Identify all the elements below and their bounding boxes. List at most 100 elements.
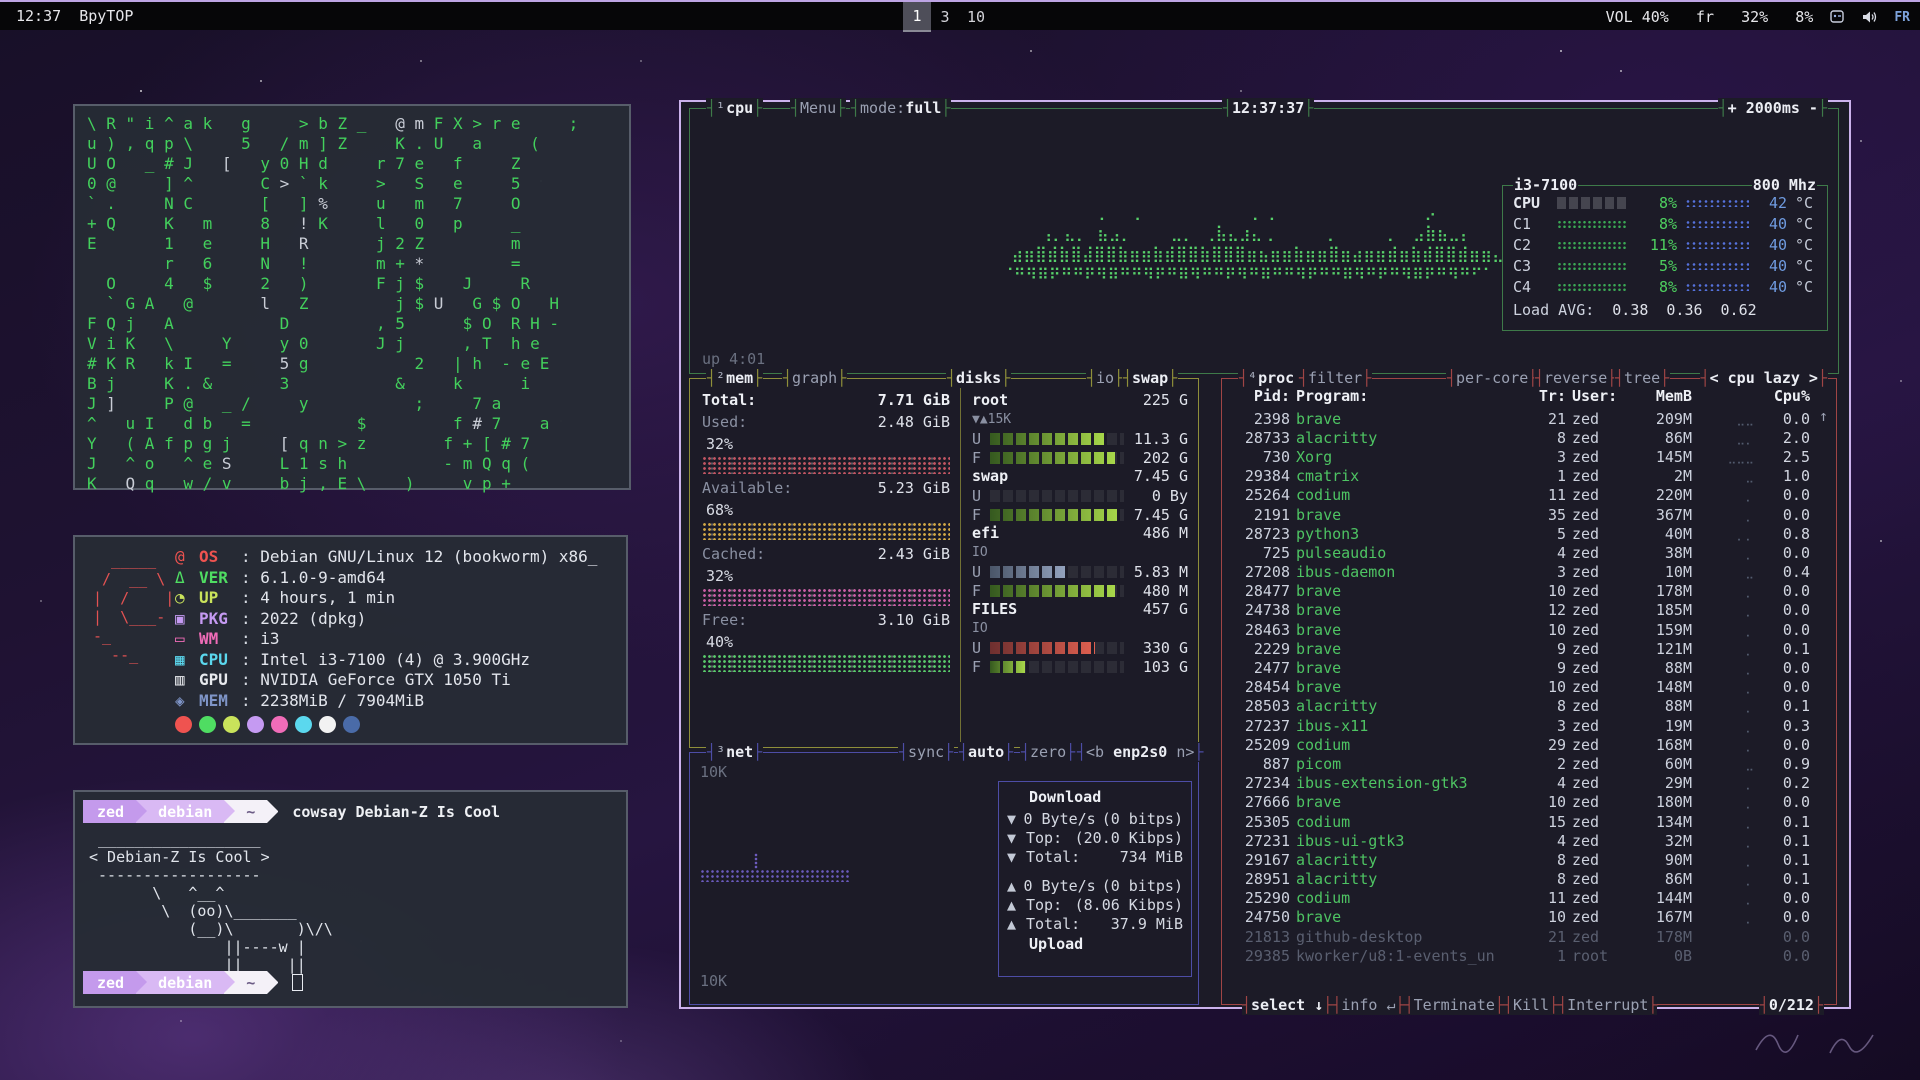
- net-graph-spike: [754, 853, 758, 869]
- process-row[interactable]: 28463brave10zed159M⡀0.0: [1234, 620, 1826, 639]
- process-row[interactable]: 28951alacritty8zed86M⡀0.1: [1234, 870, 1826, 889]
- process-row[interactable]: 27231ibus-ui-gtk34zed32M⡀0.1: [1234, 831, 1826, 850]
- os-icon: @: [175, 547, 199, 568]
- disk-meter-row: U330 G: [972, 638, 1188, 657]
- disk-meter-row: U5.83 M: [972, 562, 1188, 581]
- process-row[interactable]: 27208ibus-daemon3zed10M⣀0.4: [1234, 563, 1826, 582]
- menu-button[interactable]: ┤Menu├: [790, 98, 846, 118]
- volume-icon[interactable]: [1861, 9, 1878, 25]
- temp-graph: [1685, 220, 1749, 228]
- process-row[interactable]: 28503alacritty8zed88M⡀0.1: [1234, 697, 1826, 716]
- proc-column-headers[interactable]: Pid: Program: Tr: User: MemB Cpu%: [1234, 387, 1826, 405]
- disk-meter-row: F7.45 G: [972, 505, 1188, 524]
- proc-box-title: ┤⁴proc├: [1238, 368, 1304, 388]
- net-stat-row: ▼0 Byte/s(0 bitps): [1007, 809, 1183, 828]
- process-row[interactable]: 25290codium11zed144M⡀0.0: [1234, 889, 1826, 908]
- process-row[interactable]: 2229brave9zed121M⡀0.1: [1234, 639, 1826, 658]
- process-row[interactable]: 2398brave21zed209M⣀⣀0.0: [1234, 409, 1826, 428]
- workspace-button-1[interactable]: 1: [903, 2, 931, 32]
- process-row[interactable]: 27237ibus-x113zed19M⡀0.3: [1234, 716, 1826, 735]
- color-dot: [271, 716, 288, 733]
- upload-title: Upload: [1007, 935, 1183, 956]
- process-row[interactable]: 730Xorg3zed145M⣀⣀⣀2.5: [1234, 447, 1826, 466]
- system-info-row: ▣PKG: 2022 (dpkg): [175, 609, 597, 630]
- net-zero-tab[interactable]: ┤zero├: [1020, 742, 1076, 762]
- shell-prompt-input[interactable]: zeddebian~: [83, 971, 303, 994]
- process-row[interactable]: 28723python35zed40M⡀⡀0.8: [1234, 524, 1826, 543]
- proc-action-interrupt[interactable]: ┤Interrupt├: [1558, 996, 1657, 1014]
- status-text: VOL 40% fr 32% 8%: [1606, 8, 1814, 26]
- proc-reverse-toggle[interactable]: ┤reverse├: [1534, 368, 1617, 388]
- proc-action-select[interactable]: ┤select ↓├: [1242, 996, 1332, 1014]
- process-row[interactable]: 28477brave10zed178M⡀0.0: [1234, 582, 1826, 601]
- workspace-button-3[interactable]: 3: [931, 2, 959, 32]
- workspace-button-10[interactable]: 10: [959, 2, 993, 32]
- notification-icon[interactable]: [1829, 9, 1845, 25]
- process-row[interactable]: 725pulseaudio4zed38M⡀0.0: [1234, 543, 1826, 562]
- fetch-terminal[interactable]: _____ / __ \ | / | | \___- -_ --_ @OS : …: [73, 535, 628, 745]
- disk-usage-bar: [990, 566, 1124, 578]
- matrix-line: Y ( A f p g j [ q n > z f + [ # 7: [87, 434, 625, 454]
- proc-box: ┤⁴proc├ ┤filter├ ┤per-core├ ┤reverse├ ┤t…: [1221, 378, 1837, 1005]
- color-dot: [247, 716, 264, 733]
- proc-action-info[interactable]: ┤info ↵├: [1332, 996, 1404, 1014]
- proc-action-kill[interactable]: ┤Kill├: [1504, 996, 1558, 1014]
- process-row[interactable]: 25305codium15zed134M⡀0.1: [1234, 812, 1826, 831]
- net-stat-row: ▼Top:(20.0 Kibps): [1007, 828, 1183, 847]
- free-meter: [702, 654, 950, 672]
- matrix-line: O 4 $ 2 ) F j $ J R: [87, 274, 625, 294]
- net-stat-row: ▲0 Byte/s(0 bitps): [1007, 876, 1183, 895]
- process-row[interactable]: 27234ibus-extension-gtk34zed29M⡀0.2: [1234, 774, 1826, 793]
- color-dot: [199, 716, 216, 733]
- system-info-row: ◔UP : 4 hours, 1 min: [175, 588, 597, 609]
- disks-io-tab[interactable]: ┤io├: [1086, 368, 1124, 388]
- bpytop-window[interactable]: ┤¹cpu├ ┤Menu├ ┤mode:full├ ┤12:37:37├ ┤+ …: [679, 100, 1851, 1009]
- disk-row: root225 G: [972, 391, 1188, 410]
- matrix-line: # K R k I = 5 g 2 | h - e E: [87, 354, 625, 374]
- color-dot: [295, 716, 312, 733]
- cmatrix-terminal[interactable]: \ R " i ^ a k g > b Z _ @ m F X > r e ;u…: [73, 104, 631, 490]
- process-row[interactable]: 25209codium29zed168M⡀0.0: [1234, 735, 1826, 754]
- process-row[interactable]: 28454brave10zed148M⡀0.0: [1234, 678, 1826, 697]
- system-info-row: @OS : Debian GNU/Linux 12 (bookworm) x86…: [175, 547, 597, 568]
- mode-toggle[interactable]: ┤mode:full├: [850, 98, 951, 118]
- terminal-color-dots: [175, 716, 597, 733]
- proc-action-terminate[interactable]: ┤Terminate├: [1405, 996, 1504, 1014]
- disk-usage-bar: [990, 509, 1124, 521]
- matrix-line: K Q q w / v b j , E \ ) v p +: [87, 474, 625, 494]
- net-interface-switcher[interactable]: ┤<b enp2s0 n>├: [1076, 742, 1204, 762]
- cowsay-terminal[interactable]: zeddebian~cowsay Debian-Z Is Cool ______…: [73, 790, 628, 1008]
- process-row[interactable]: 25264codium11zed220M⡀0.0: [1234, 486, 1826, 505]
- interval-control[interactable]: ┤+ 2000ms -├: [1718, 98, 1828, 118]
- process-row[interactable]: 28733alacritty8zed86M⣀⡀2.0: [1234, 428, 1826, 447]
- disk-meter-row: F202 G: [972, 448, 1188, 467]
- process-row[interactable]: 27666brave10zed180M⡀0.0: [1234, 793, 1826, 812]
- proc-percore-toggle[interactable]: ┤per-core├: [1446, 368, 1538, 388]
- system-info-list: @OS : Debian GNU/Linux 12 (bookworm) x86…: [175, 547, 597, 733]
- top-bar: 12:37 BpyTOP 1310 VOL 40% fr 32% 8% FR: [0, 0, 1920, 30]
- keyboard-layout-badge[interactable]: FR: [1894, 10, 1910, 25]
- matrix-line: r 6 N ! m + * =: [87, 254, 625, 274]
- proc-filter-button[interactable]: ┤filter├: [1298, 368, 1372, 388]
- shell-prompt: zeddebian~cowsay Debian-Z Is Cool: [83, 800, 500, 823]
- proc-tree-toggle[interactable]: ┤tree├: [1614, 368, 1670, 388]
- process-row[interactable]: 24738brave12zed185M⡀0.0: [1234, 601, 1826, 620]
- process-row[interactable]: 29385kworker/u8:1-events_un1root0B0.0: [1234, 946, 1826, 965]
- process-row[interactable]: 2477brave9zed88M⡀0.0: [1234, 658, 1826, 677]
- mem-graph-tab[interactable]: ┤graph├: [782, 368, 847, 388]
- proc-sort-selector[interactable]: ┤< cpu lazy >├: [1700, 368, 1828, 388]
- net-sync-tab[interactable]: ┤sync├: [898, 742, 954, 762]
- process-row[interactable]: 2191brave35zed367M⡀0.0: [1234, 505, 1826, 524]
- process-row[interactable]: 887picom2zed60M⣀0.9: [1234, 754, 1826, 773]
- disks-swap-tab[interactable]: ┤swap├: [1122, 368, 1178, 388]
- temp-graph: [1685, 199, 1749, 207]
- process-row[interactable]: 29167alacritty8zed90M⡀0.1: [1234, 850, 1826, 869]
- process-row[interactable]: 21813github-desktop21zed178M0.0: [1234, 927, 1826, 946]
- matrix-line: U O _ # J [ y 0 H d r 7 e f Z: [87, 154, 625, 174]
- net-auto-tab[interactable]: ┤auto├: [958, 742, 1014, 762]
- matrix-line: B j K . & 3 & k i: [87, 374, 625, 394]
- process-row[interactable]: 24750brave10zed167M⡀0.0: [1234, 908, 1826, 927]
- download-title: Download: [1007, 788, 1183, 809]
- process-row[interactable]: 29384cmatrix1zed2M⣀1.0: [1234, 467, 1826, 486]
- process-count: ┤0/212├: [1759, 995, 1824, 1015]
